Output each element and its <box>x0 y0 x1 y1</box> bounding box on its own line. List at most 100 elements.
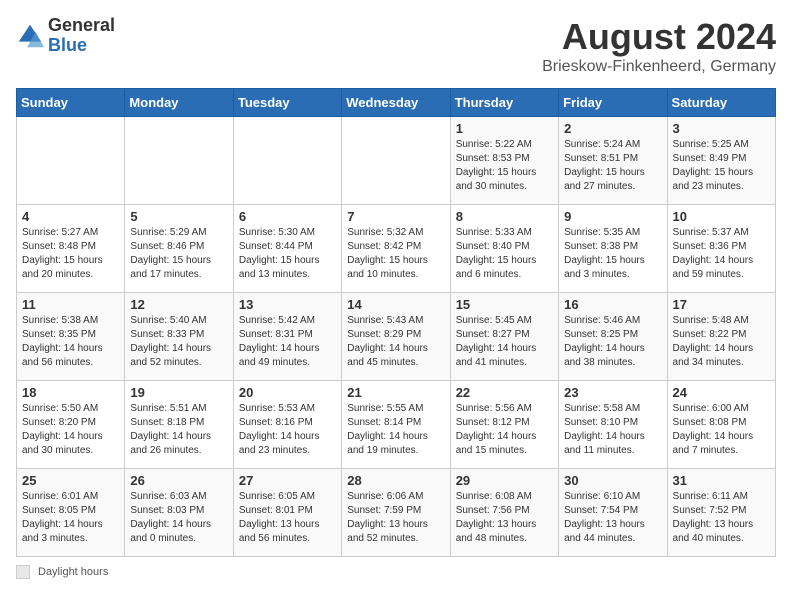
logo-blue-text: Blue <box>48 36 115 56</box>
day-info: Sunrise: 6:00 AM Sunset: 8:08 PM Dayligh… <box>673 402 770 458</box>
day-info: Sunrise: 6:03 AM Sunset: 8:03 PM Dayligh… <box>130 490 227 546</box>
day-number: 24 <box>673 385 770 400</box>
calendar-cell <box>233 117 341 205</box>
day-info: Sunrise: 6:08 AM Sunset: 7:56 PM Dayligh… <box>456 490 553 546</box>
day-number: 6 <box>239 209 336 224</box>
calendar-cell: 27Sunrise: 6:05 AM Sunset: 8:01 PM Dayli… <box>233 469 341 557</box>
calendar-cell: 4Sunrise: 5:27 AM Sunset: 8:48 PM Daylig… <box>17 205 125 293</box>
calendar-cell <box>342 117 450 205</box>
day-number: 16 <box>564 297 661 312</box>
day-number: 2 <box>564 121 661 136</box>
logo-text: General Blue <box>48 16 115 56</box>
day-number: 9 <box>564 209 661 224</box>
calendar-cell: 3 Sunrise: 5:25 AM Sunset: 8:49 PM Daylig… <box>667 117 775 205</box>
day-info: Sunrise: 5:35 AM Sunset: 8:38 PM Dayligh… <box>564 226 661 282</box>
day-number: 10 <box>673 209 770 224</box>
day-info: Sunrise: 5:33 AM Sunset: 8:40 PM Dayligh… <box>456 226 553 282</box>
day-info: Sunrise: 5:42 AM Sunset: 8:31 PM Dayligh… <box>239 314 336 370</box>
day-info: Sunrise: 5:27 AM Sunset: 8:48 PM Dayligh… <box>22 226 119 282</box>
day-number: 23 <box>564 385 661 400</box>
day-info: Sunrise: 5:43 AM Sunset: 8:29 PM Dayligh… <box>347 314 444 370</box>
day-number: 27 <box>239 473 336 488</box>
calendar-cell: 29 Sunrise: 6:08 AM Sunset: 7:56 PM Dayli… <box>450 469 558 557</box>
calendar-cell <box>125 117 233 205</box>
weekday-header-tuesday: Tuesday <box>233 89 341 117</box>
day-info: Sunrise: 5:51 AM Sunset: 8:18 PM Dayligh… <box>130 402 227 458</box>
calendar-cell: 16 Sunrise: 5:46 AM Sunset: 8:25 PM Dayli… <box>559 293 667 381</box>
footer-note-text: Daylight hours <box>38 566 108 578</box>
calendar-cell: 28 Sunrise: 6:06 AM Sunset: 7:59 PM Dayli… <box>342 469 450 557</box>
calendar-table: SundayMondayTuesdayWednesdayThursdayFrid… <box>16 88 776 557</box>
calendar-cell: 7Sunrise: 5:32 AM Sunset: 8:42 PM Daylig… <box>342 205 450 293</box>
day-info: Sunrise: 6:11 AM Sunset: 7:52 PM Dayligh… <box>673 490 770 546</box>
location-title: Brieskow-Finkenheerd, Germany <box>542 58 776 76</box>
day-info: Sunrise: 6:06 AM Sunset: 7:59 PM Dayligh… <box>347 490 444 546</box>
calendar-cell: 23Sunrise: 5:58 AM Sunset: 8:10 PM Dayli… <box>559 381 667 469</box>
day-info: Sunrise: 5:38 AM Sunset: 8:35 PM Dayligh… <box>22 314 119 370</box>
calendar-cell: 17 Sunrise: 5:48 AM Sunset: 8:22 PM Dayli… <box>667 293 775 381</box>
calendar-week-4: 18 Sunrise: 5:50 AM Sunset: 8:20 PM Dayli… <box>17 381 776 469</box>
calendar-cell: 15 Sunrise: 5:45 AM Sunset: 8:27 PM Dayli… <box>450 293 558 381</box>
day-info: Sunrise: 6:01 AM Sunset: 8:05 PM Dayligh… <box>22 490 119 546</box>
day-number: 30 <box>564 473 661 488</box>
calendar-header: SundayMondayTuesdayWednesdayThursdayFrid… <box>17 89 776 117</box>
logo-general-text: General <box>48 16 115 36</box>
day-info: Sunrise: 5:55 AM Sunset: 8:14 PM Dayligh… <box>347 402 444 458</box>
day-info: Sunrise: 5:24 AM Sunset: 8:51 PM Dayligh… <box>564 138 661 194</box>
day-number: 7 <box>347 209 444 224</box>
calendar-week-5: 25Sunrise: 6:01 AM Sunset: 8:05 PM Dayli… <box>17 469 776 557</box>
day-info: Sunrise: 5:50 AM Sunset: 8:20 PM Dayligh… <box>22 402 119 458</box>
weekday-header-thursday: Thursday <box>450 89 558 117</box>
title-block: August 2024 Brieskow-Finkenheerd, German… <box>542 16 776 76</box>
weekday-header-wednesday: Wednesday <box>342 89 450 117</box>
day-info: Sunrise: 6:10 AM Sunset: 7:54 PM Dayligh… <box>564 490 661 546</box>
day-info: Sunrise: 5:46 AM Sunset: 8:25 PM Dayligh… <box>564 314 661 370</box>
day-number: 26 <box>130 473 227 488</box>
calendar-cell: 10Sunrise: 5:37 AM Sunset: 8:36 PM Dayli… <box>667 205 775 293</box>
weekday-header-monday: Monday <box>125 89 233 117</box>
day-number: 3 <box>673 121 770 136</box>
weekday-header-saturday: Saturday <box>667 89 775 117</box>
calendar-cell: 18 Sunrise: 5:50 AM Sunset: 8:20 PM Dayli… <box>17 381 125 469</box>
calendar-cell: 12 Sunrise: 5:40 AM Sunset: 8:33 PM Dayli… <box>125 293 233 381</box>
footer-note: Daylight hours <box>16 565 776 579</box>
day-number: 28 <box>347 473 444 488</box>
day-number: 15 <box>456 297 553 312</box>
day-number: 14 <box>347 297 444 312</box>
day-info: Sunrise: 5:45 AM Sunset: 8:27 PM Dayligh… <box>456 314 553 370</box>
calendar-cell: 31Sunrise: 6:11 AM Sunset: 7:52 PM Dayli… <box>667 469 775 557</box>
day-info: Sunrise: 5:29 AM Sunset: 8:46 PM Dayligh… <box>130 226 227 282</box>
day-info: Sunrise: 5:22 AM Sunset: 8:53 PM Dayligh… <box>456 138 553 194</box>
calendar-cell: 21Sunrise: 5:55 AM Sunset: 8:14 PM Dayli… <box>342 381 450 469</box>
footer-box <box>16 565 30 579</box>
day-info: Sunrise: 5:40 AM Sunset: 8:33 PM Dayligh… <box>130 314 227 370</box>
day-number: 29 <box>456 473 553 488</box>
calendar-cell: 2 Sunrise: 5:24 AM Sunset: 8:51 PM Daylig… <box>559 117 667 205</box>
day-number: 12 <box>130 297 227 312</box>
day-info: Sunrise: 5:48 AM Sunset: 8:22 PM Dayligh… <box>673 314 770 370</box>
calendar-cell: 22Sunrise: 5:56 AM Sunset: 8:12 PM Dayli… <box>450 381 558 469</box>
calendar-cell: 24 Sunrise: 6:00 AM Sunset: 8:08 PM Dayli… <box>667 381 775 469</box>
day-info: Sunrise: 5:25 AM Sunset: 8:49 PM Dayligh… <box>673 138 770 194</box>
calendar-week-1: 1 Sunrise: 5:22 AM Sunset: 8:53 PM Daylig… <box>17 117 776 205</box>
calendar-cell: 8 Sunrise: 5:33 AM Sunset: 8:40 PM Daylig… <box>450 205 558 293</box>
day-number: 11 <box>22 297 119 312</box>
day-info: Sunrise: 5:30 AM Sunset: 8:44 PM Dayligh… <box>239 226 336 282</box>
calendar-cell: 26 Sunrise: 6:03 AM Sunset: 8:03 PM Dayli… <box>125 469 233 557</box>
weekday-row: SundayMondayTuesdayWednesdayThursdayFrid… <box>17 89 776 117</box>
weekday-header-friday: Friday <box>559 89 667 117</box>
calendar-cell: 9 Sunrise: 5:35 AM Sunset: 8:38 PM Daylig… <box>559 205 667 293</box>
calendar-week-3: 11 Sunrise: 5:38 AM Sunset: 8:35 PM Dayli… <box>17 293 776 381</box>
calendar-cell: 5Sunrise: 5:29 AM Sunset: 8:46 PM Daylig… <box>125 205 233 293</box>
day-number: 1 <box>456 121 553 136</box>
day-number: 8 <box>456 209 553 224</box>
calendar-cell: 20Sunrise: 5:53 AM Sunset: 8:16 PM Dayli… <box>233 381 341 469</box>
calendar-cell: 19Sunrise: 5:51 AM Sunset: 8:18 PM Dayli… <box>125 381 233 469</box>
month-title: August 2024 <box>542 16 776 58</box>
day-number: 17 <box>673 297 770 312</box>
calendar-body: 1 Sunrise: 5:22 AM Sunset: 8:53 PM Daylig… <box>17 117 776 557</box>
day-number: 18 <box>22 385 119 400</box>
page-header: General Blue August 2024 Brieskow-Finken… <box>16 16 776 76</box>
calendar-cell: 13Sunrise: 5:42 AM Sunset: 8:31 PM Dayli… <box>233 293 341 381</box>
calendar-cell <box>17 117 125 205</box>
